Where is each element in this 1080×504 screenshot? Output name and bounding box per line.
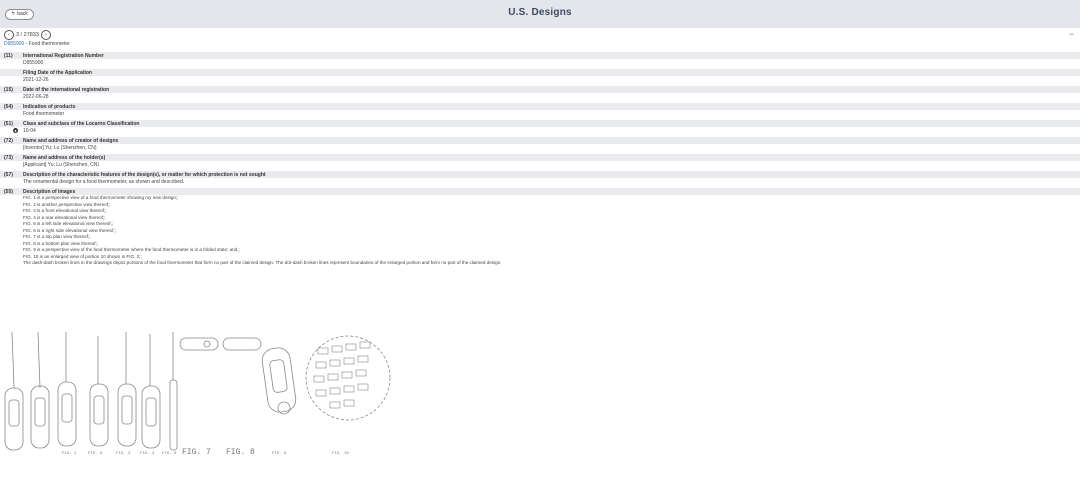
field-description: (57) Description of the characteristic fe… (0, 171, 1080, 185)
field-registration-date: (15) Date of the international registrati… (0, 86, 1080, 100)
field-label: Class and subclass of the Locarno Classi… (23, 120, 140, 127)
design-number-link[interactable]: D955900 (4, 41, 24, 47)
field-value: 10-04 (23, 127, 36, 134)
record-position: 3 / 27833 (16, 32, 39, 38)
field-code: (73) (4, 154, 13, 161)
previous-record-button[interactable]: ‹ (4, 30, 14, 40)
field-label: Date of the international registration (23, 86, 110, 93)
class-info-icon[interactable]: ● (13, 128, 18, 133)
field-value: [Inventor] Yu; Lu (Shenzhen, CN) (23, 144, 97, 151)
field-label: Description of images (23, 188, 76, 195)
field-creator: (72) Name and address of creator of desig… (0, 137, 1080, 151)
field-code: (15) (4, 86, 13, 93)
field-code: (72) (4, 137, 13, 144)
field-code: (51) (4, 120, 13, 127)
link-icon[interactable]: ⇔ (1068, 31, 1075, 38)
field-value: Food thermometer (23, 110, 65, 117)
header-bar: ↰ back U.S. Designs (0, 0, 1080, 28)
drawing-label: FIG. 6 (162, 452, 177, 456)
field-images: (55) Description of images FIG. 1 is a pe… (0, 188, 1080, 267)
field-label: Indication of products (23, 103, 76, 110)
field-locarno-class: (51) Class and subclass of the Locarno Cl… (0, 120, 1080, 134)
design-subtitle: D955900 - Food thermometer (4, 41, 70, 47)
drawing-label: FIG. 4 (140, 452, 155, 456)
field-value: The ornamental design for a food thermom… (23, 178, 185, 185)
design-title: - Food thermometer (24, 41, 70, 47)
image-description-line: The dash-dash broken lines in the drawin… (23, 260, 502, 265)
field-code: (57) (4, 171, 13, 178)
field-code: (11) (4, 52, 13, 59)
field-filing-date: Filing Date of the Application 2021-12-2… (0, 69, 1080, 83)
page-title: U.S. Designs (508, 7, 572, 18)
drawing-label: FIG. 1 (62, 452, 77, 456)
field-code: (54) (4, 103, 13, 110)
field-label: Name and address of creator of designs (23, 137, 119, 144)
field-code: (55) (4, 188, 13, 195)
drawing-label: FIG. 10 (332, 452, 349, 456)
field-value: [Applicant] Yu; Lu (Shenzhen, CN) (23, 161, 100, 168)
next-record-button[interactable]: › (40, 30, 51, 40)
record-navigation: ‹ 3 / 27833 › (4, 30, 51, 40)
field-label: Name and address of the holder(s) (23, 154, 106, 161)
field-products: (54) Indication of products Food thermome… (0, 103, 1080, 117)
design-drawings-image: FIG. 1 FIG. 6 FIG. 3 FIG. 4 FIG. 6 FIG. … (4, 331, 391, 457)
field-label: Filing Date of the Application (23, 69, 92, 76)
drawing-label: FIG. 7 (182, 448, 211, 457)
field-label: International Registration Number (23, 52, 104, 59)
drawing-label: FIG. 8 (226, 448, 255, 457)
field-holder: (73) Name and address of the holder(s) [A… (0, 154, 1080, 168)
field-value: 2022-06-28 (23, 93, 49, 100)
field-value: 2021-12-26 (23, 76, 49, 83)
field-value: D955900 (23, 59, 44, 66)
chevron-left-icon: ‹ (8, 31, 10, 38)
drawing-label: FIG. 3 (116, 452, 131, 456)
image-descriptions: FIG. 1 is a perspective view of a food t… (0, 195, 1080, 267)
drawing-label: FIG. 9 (272, 452, 287, 456)
drawing-label: FIG. 6 (88, 452, 103, 456)
field-registration-number: (11) International Registration Number D9… (0, 52, 1080, 66)
field-label: Description of the characteristic featur… (23, 171, 266, 178)
chevron-right-icon: › (45, 31, 47, 38)
fields-list: (11) International Registration Number D9… (0, 52, 1080, 270)
